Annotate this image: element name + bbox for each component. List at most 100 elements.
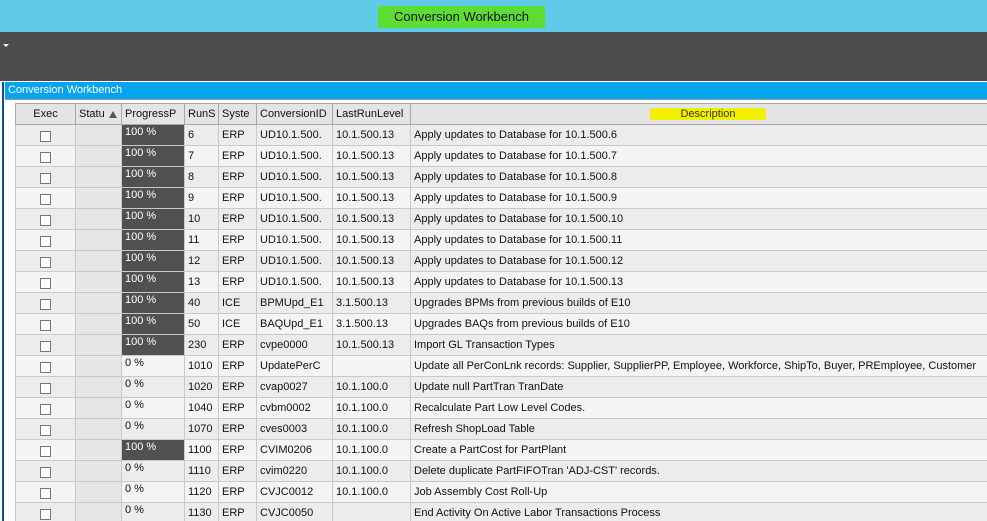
column-header-runseq[interactable]: RunS [184, 103, 219, 125]
status-cell [75, 145, 122, 167]
table-row[interactable]: 100 % 13 ERP UD10.1.500. 10.1.500.13 Apply up… [15, 271, 987, 293]
description-cell: End Activity On Active Labor Transaction… [410, 502, 987, 521]
exec-checkbox[interactable] [40, 383, 51, 394]
progress-label: 0 % [125, 378, 144, 390]
system-cell: ERP [218, 250, 257, 272]
sort-ascending-icon [108, 110, 117, 118]
description-cell: Apply updates to Database for 10.1.500.6 [410, 124, 987, 146]
exec-cell [15, 418, 76, 440]
progress-label: 100 % [125, 189, 157, 201]
description-cell: Import GL Transaction Types [410, 334, 987, 356]
exec-checkbox[interactable] [40, 467, 51, 478]
table-row[interactable]: 100 % 7 ERP UD10.1.500. 10.1.500.13 Apply upd… [15, 145, 987, 167]
table-row[interactable]: 100 % 10 ERP UD10.1.500. 10.1.500.13 Apply up… [15, 208, 987, 230]
system-cell: ERP [218, 439, 257, 461]
table-row[interactable]: 100 % 1100 ERP CVIM0206 10.1.100.0 Create a P… [15, 439, 987, 461]
exec-checkbox[interactable] [40, 488, 51, 499]
exec-checkbox[interactable] [40, 278, 51, 289]
table-row[interactable]: 0 % 1130 ERP CVJC0050 End Activity On Active… [15, 502, 987, 521]
column-header-last-run-level[interactable]: LastRunLevel [332, 103, 411, 125]
table-row[interactable]: 0 % 1010 ERP UpdatePerC Update all PerConLnk… [15, 355, 987, 377]
system-cell: ERP [218, 166, 257, 188]
exec-checkbox[interactable] [40, 341, 51, 352]
runseq-cell: 13 [184, 271, 219, 293]
runseq-cell: 6 [184, 124, 219, 146]
system-cell: ERP [218, 460, 257, 482]
exec-checkbox[interactable] [40, 299, 51, 310]
table-row[interactable]: 100 % 11 ERP UD10.1.500. 10.1.500.13 Apply up… [15, 229, 987, 251]
status-cell [75, 187, 122, 209]
conversion-id-cell: cvim0220 [256, 460, 333, 482]
table-row[interactable]: 100 % 40 ICE BPMUpd_E1 3.1.500.13 Upgrades BP… [15, 292, 987, 314]
exec-checkbox[interactable] [40, 236, 51, 247]
table-row[interactable]: 100 % 8 ERP UD10.1.500. 10.1.500.13 Apply upd… [15, 166, 987, 188]
description-cell: Apply updates to Database for 10.1.500.9 [410, 187, 987, 209]
status-cell [75, 334, 122, 356]
progress-cell: 100 % [121, 208, 185, 230]
runseq-cell: 12 [184, 250, 219, 272]
column-header-status-label: Statu [79, 108, 105, 120]
runseq-cell: 1100 [184, 439, 219, 461]
last-run-level-cell: 10.1.500.13 [332, 334, 411, 356]
last-run-level-cell: 10.1.500.13 [332, 208, 411, 230]
exec-checkbox[interactable] [40, 152, 51, 163]
title-bar: Conversion Workbench [0, 0, 987, 32]
column-header-conversion-id[interactable]: ConversionID [256, 103, 333, 125]
exec-checkbox[interactable] [40, 194, 51, 205]
menu-dropdown-icon[interactable] [3, 44, 9, 47]
exec-cell [15, 502, 76, 521]
column-header-progress[interactable]: ProgressP [121, 103, 185, 125]
table-row[interactable]: 100 % 12 ERP UD10.1.500. 10.1.500.13 Apply up… [15, 250, 987, 272]
conversion-id-cell: UD10.1.500. [256, 208, 333, 230]
progress-label: 0 % [125, 462, 144, 474]
exec-checkbox[interactable] [40, 425, 51, 436]
exec-checkbox[interactable] [40, 173, 51, 184]
status-cell [75, 229, 122, 251]
column-header-description[interactable]: Description [410, 103, 987, 125]
runseq-cell: 11 [184, 229, 219, 251]
column-header-system[interactable]: Syste [218, 103, 257, 125]
exec-checkbox[interactable] [40, 215, 51, 226]
runseq-cell: 50 [184, 313, 219, 335]
exec-checkbox[interactable] [40, 131, 51, 142]
description-cell: Delete duplicate PartFIFOTran 'ADJ-CST' … [410, 460, 987, 482]
table-row[interactable]: 0 % 1040 ERP cvbm0002 10.1.100.0 Recalculate … [15, 397, 987, 419]
conversion-id-cell: UD10.1.500. [256, 229, 333, 251]
description-cell: Apply updates to Database for 10.1.500.1… [410, 229, 987, 251]
exec-checkbox[interactable] [40, 320, 51, 331]
exec-checkbox[interactable] [40, 362, 51, 373]
conversion-grid-container[interactable]: Exec Statu ProgressP RunS Syste Conversi… [5, 99, 987, 521]
column-header-exec[interactable]: Exec [15, 103, 76, 125]
table-row[interactable]: 100 % 50 ICE BAQUpd_E1 3.1.500.13 Upgrades BA… [15, 313, 987, 335]
exec-cell [15, 355, 76, 377]
exec-cell [15, 376, 76, 398]
exec-cell [15, 481, 76, 503]
conversion-grid: Exec Statu ProgressP RunS Syste Conversi… [15, 103, 987, 521]
exec-checkbox[interactable] [40, 509, 51, 520]
conversion-id-cell: CVJC0050 [256, 502, 333, 521]
table-row[interactable]: 100 % 230 ERP cvpe0000 10.1.500.13 Import GL … [15, 334, 987, 356]
table-row[interactable]: 0 % 1120 ERP CVJC0012 10.1.100.0 Job Assembly… [15, 481, 987, 503]
system-cell: ERP [218, 355, 257, 377]
last-run-level-cell: 10.1.100.0 [332, 460, 411, 482]
progress-cell: 0 % [121, 397, 185, 419]
last-run-level-cell: 10.1.100.0 [332, 376, 411, 398]
exec-checkbox[interactable] [40, 257, 51, 268]
last-run-level-cell: 3.1.500.13 [332, 292, 411, 314]
table-row[interactable]: 100 % 6 ERP UD10.1.500. 10.1.500.13 Apply upd… [15, 124, 987, 146]
exec-cell [15, 334, 76, 356]
progress-label: 100 % [125, 273, 157, 285]
progress-cell: 100 % [121, 187, 185, 209]
progress-label: 0 % [125, 420, 144, 432]
table-row[interactable]: 0 % 1070 ERP cves0003 10.1.100.0 Refresh Shop… [15, 418, 987, 440]
table-row[interactable]: 0 % 1020 ERP cvap0027 10.1.100.0 Update null … [15, 376, 987, 398]
table-row[interactable]: 0 % 1110 ERP cvim0220 10.1.100.0 Delete dupli… [15, 460, 987, 482]
system-cell: ERP [218, 271, 257, 293]
runseq-cell: 1110 [184, 460, 219, 482]
exec-checkbox[interactable] [40, 404, 51, 415]
description-cell: Update all PerConLnk records: Supplier, … [410, 355, 987, 377]
column-header-status[interactable]: Statu [75, 103, 122, 125]
exec-checkbox[interactable] [40, 446, 51, 457]
table-row[interactable]: 100 % 9 ERP UD10.1.500. 10.1.500.13 Apply upd… [15, 187, 987, 209]
progress-label: 0 % [125, 357, 144, 369]
